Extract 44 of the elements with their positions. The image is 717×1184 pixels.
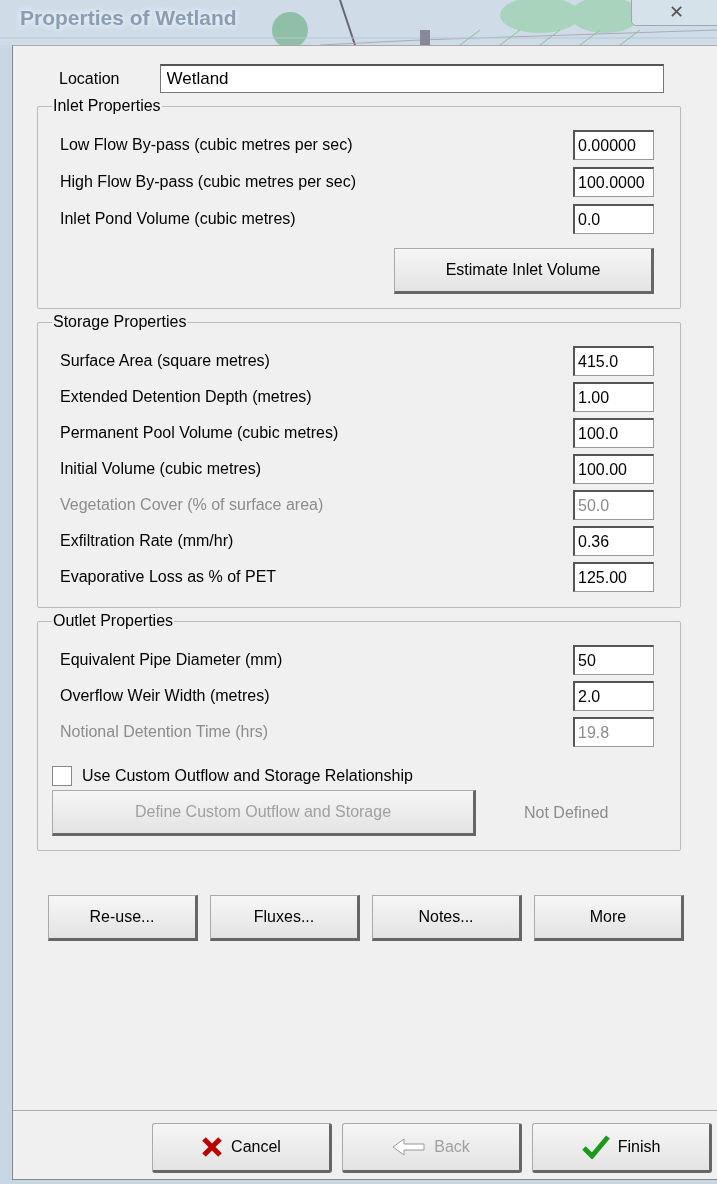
group-title: Storage Properties <box>52 313 188 331</box>
field-label: Location <box>59 69 120 88</box>
status-text: Not Defined <box>524 804 609 822</box>
field-label: Low Flow By-pass (cubic metres per sec) <box>60 136 353 154</box>
close-button[interactable]: ✕ <box>631 0 717 26</box>
action-button[interactable]: More <box>534 895 684 941</box>
number-field[interactable]: 415.0 <box>573 346 654 376</box>
field-label: Overflow Weir Width (metres) <box>60 687 270 705</box>
left-arrow-icon <box>392 1138 427 1156</box>
field-label: High Flow By-pass (cubic metres per sec) <box>60 173 357 191</box>
number-field[interactable]: 100.00 <box>573 454 654 484</box>
action-button[interactable]: Notes... <box>372 895 522 941</box>
number-field[interactable]: 100.0000 <box>573 167 654 197</box>
number-field[interactable]: 0.0 <box>573 204 654 234</box>
cross-icon <box>201 1136 224 1158</box>
field-label: Permanent Pool Volume (cubic metres) <box>60 424 339 442</box>
field-label: Equivalent Pipe Diameter (mm) <box>60 651 283 669</box>
field-label: Inlet Pond Volume (cubic metres) <box>60 210 296 228</box>
number-field[interactable]: 100.0 <box>573 418 654 448</box>
field-label: Surface Area (square metres) <box>60 352 270 370</box>
field-label: Vegetation Cover (% of surface area) <box>60 496 324 514</box>
group-title: Outlet Properties <box>52 612 175 630</box>
number-field[interactable]: 0.36 <box>573 526 654 556</box>
field-label: Initial Volume (cubic metres) <box>60 460 261 478</box>
field-label: Notional Detention Time (hrs) <box>60 723 269 741</box>
number-field[interactable]: 125.00 <box>573 562 654 592</box>
number-field[interactable]: 1.00 <box>573 382 654 412</box>
finish-button[interactable]: Finish <box>532 1123 712 1173</box>
window-title: Properties of Wetland <box>20 6 237 30</box>
number-field[interactable]: 2.0 <box>573 681 654 711</box>
location-field[interactable]: Wetland <box>159 64 664 93</box>
action-button[interactable]: Fluxes... <box>210 895 360 941</box>
checkbox[interactable] <box>52 766 72 786</box>
field-label: Exfiltration Rate (mm/hr) <box>60 532 234 550</box>
group-title: Inlet Properties <box>52 97 162 115</box>
check-icon <box>581 1135 610 1159</box>
checkbox-label: Use Custom Outflow and Storage Relationship <box>82 767 413 785</box>
field-label: Extended Detention Depth (metres) <box>60 388 312 406</box>
cancel-button[interactable]: Cancel <box>152 1123 332 1173</box>
number-field[interactable]: 0.00000 <box>573 130 654 160</box>
estimate-button[interactable]: Estimate Inlet Volume <box>394 248 654 294</box>
field-label: Evaporative Loss as % of PET <box>60 568 277 586</box>
number-field[interactable]: 50 <box>573 645 654 675</box>
action-button[interactable]: Re-use... <box>48 895 198 941</box>
